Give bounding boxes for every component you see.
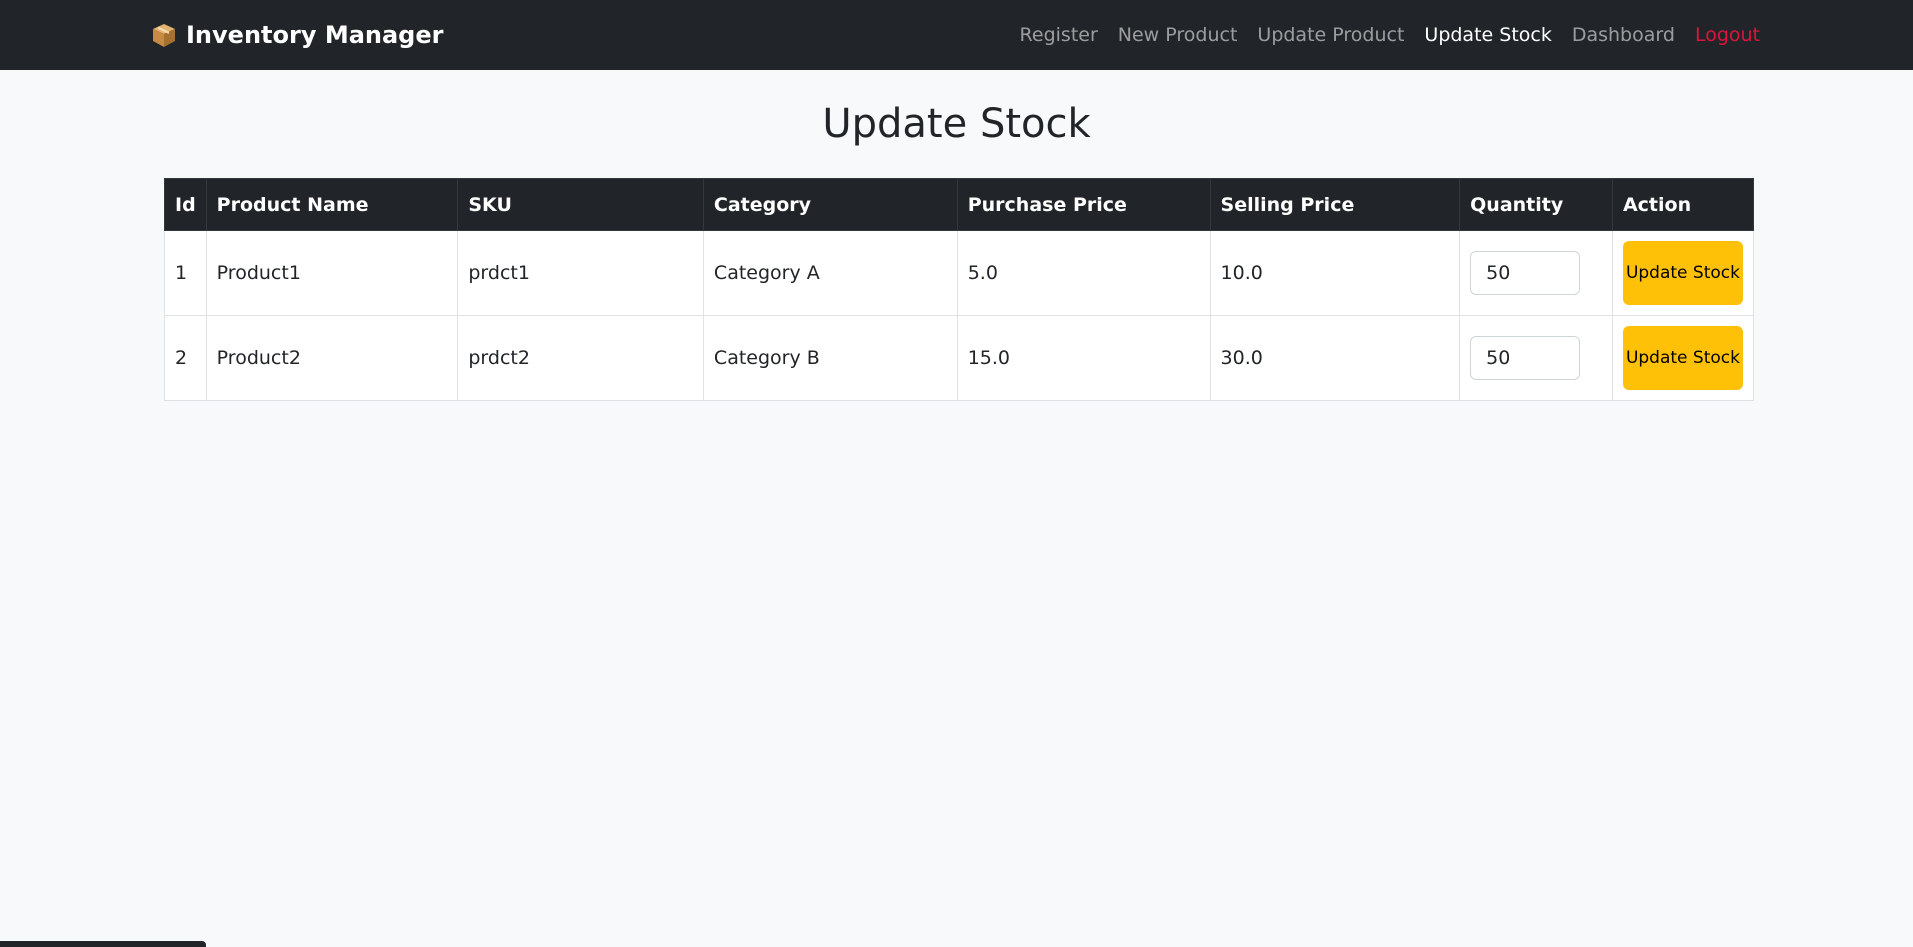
cell-quantity <box>1459 315 1613 401</box>
nav-links: Register New Product Update Product Upda… <box>1020 0 1760 70</box>
cell-id: 2 <box>164 315 207 401</box>
column-header-quantity: Quantity <box>1459 178 1613 231</box>
stock-table: Id Product Name SKU Category Purchase Pr… <box>164 178 1755 401</box>
cell-id: 1 <box>164 230 207 316</box>
cell-selling-price: 30.0 <box>1209 315 1461 401</box>
nav-link-update-product[interactable]: Update Product <box>1257 24 1404 46</box>
column-header-product-name: Product Name <box>205 178 459 231</box>
package-box-icon <box>150 21 178 49</box>
brand[interactable]: Inventory Manager <box>150 0 443 70</box>
cell-category: Category A <box>702 230 958 316</box>
quantity-input[interactable] <box>1470 336 1581 380</box>
update-stock-button[interactable]: Update Stock <box>1622 241 1743 305</box>
bottom-edge-bar <box>0 941 206 947</box>
cell-category: Category B <box>702 315 958 401</box>
column-header-selling-price: Selling Price <box>1209 178 1461 231</box>
quantity-input[interactable] <box>1470 251 1581 295</box>
nav-link-dashboard[interactable]: Dashboard <box>1572 24 1675 46</box>
cell-product-name: Product2 <box>205 315 459 401</box>
nav-link-update-stock[interactable]: Update Stock <box>1424 24 1551 46</box>
brand-name: Inventory Manager <box>186 21 444 49</box>
cell-quantity <box>1459 230 1613 316</box>
cell-action: Update Stock <box>1611 230 1755 316</box>
cell-selling-price: 10.0 <box>1209 230 1461 316</box>
column-header-sku: SKU <box>457 178 704 231</box>
column-header-purchase-price: Purchase Price <box>956 178 1211 231</box>
update-stock-button[interactable]: Update Stock <box>1622 326 1743 390</box>
top-navbar: Inventory Manager Register New Product U… <box>0 0 1913 70</box>
cell-sku: prdct2 <box>457 315 704 401</box>
nav-link-new-product[interactable]: New Product <box>1118 24 1238 46</box>
table-row: 2 Product2 prdct2 Category B 15.0 30.0 U… <box>164 315 1755 401</box>
page-title: Update Stock <box>822 101 1091 147</box>
column-header-id: Id <box>164 178 207 231</box>
cell-action: Update Stock <box>1611 315 1755 401</box>
cell-purchase-price: 5.0 <box>956 230 1211 316</box>
table-header-row: Id Product Name SKU Category Purchase Pr… <box>164 178 1755 231</box>
table-row: 1 Product1 prdct1 Category A 5.0 10.0 Up… <box>164 230 1755 316</box>
cell-sku: prdct1 <box>457 230 704 316</box>
nav-link-logout[interactable]: Logout <box>1695 24 1760 46</box>
cell-purchase-price: 15.0 <box>956 315 1211 401</box>
cell-product-name: Product1 <box>205 230 459 316</box>
column-header-action: Action <box>1611 178 1755 231</box>
nav-link-register[interactable]: Register <box>1020 24 1098 46</box>
column-header-category: Category <box>702 178 958 231</box>
